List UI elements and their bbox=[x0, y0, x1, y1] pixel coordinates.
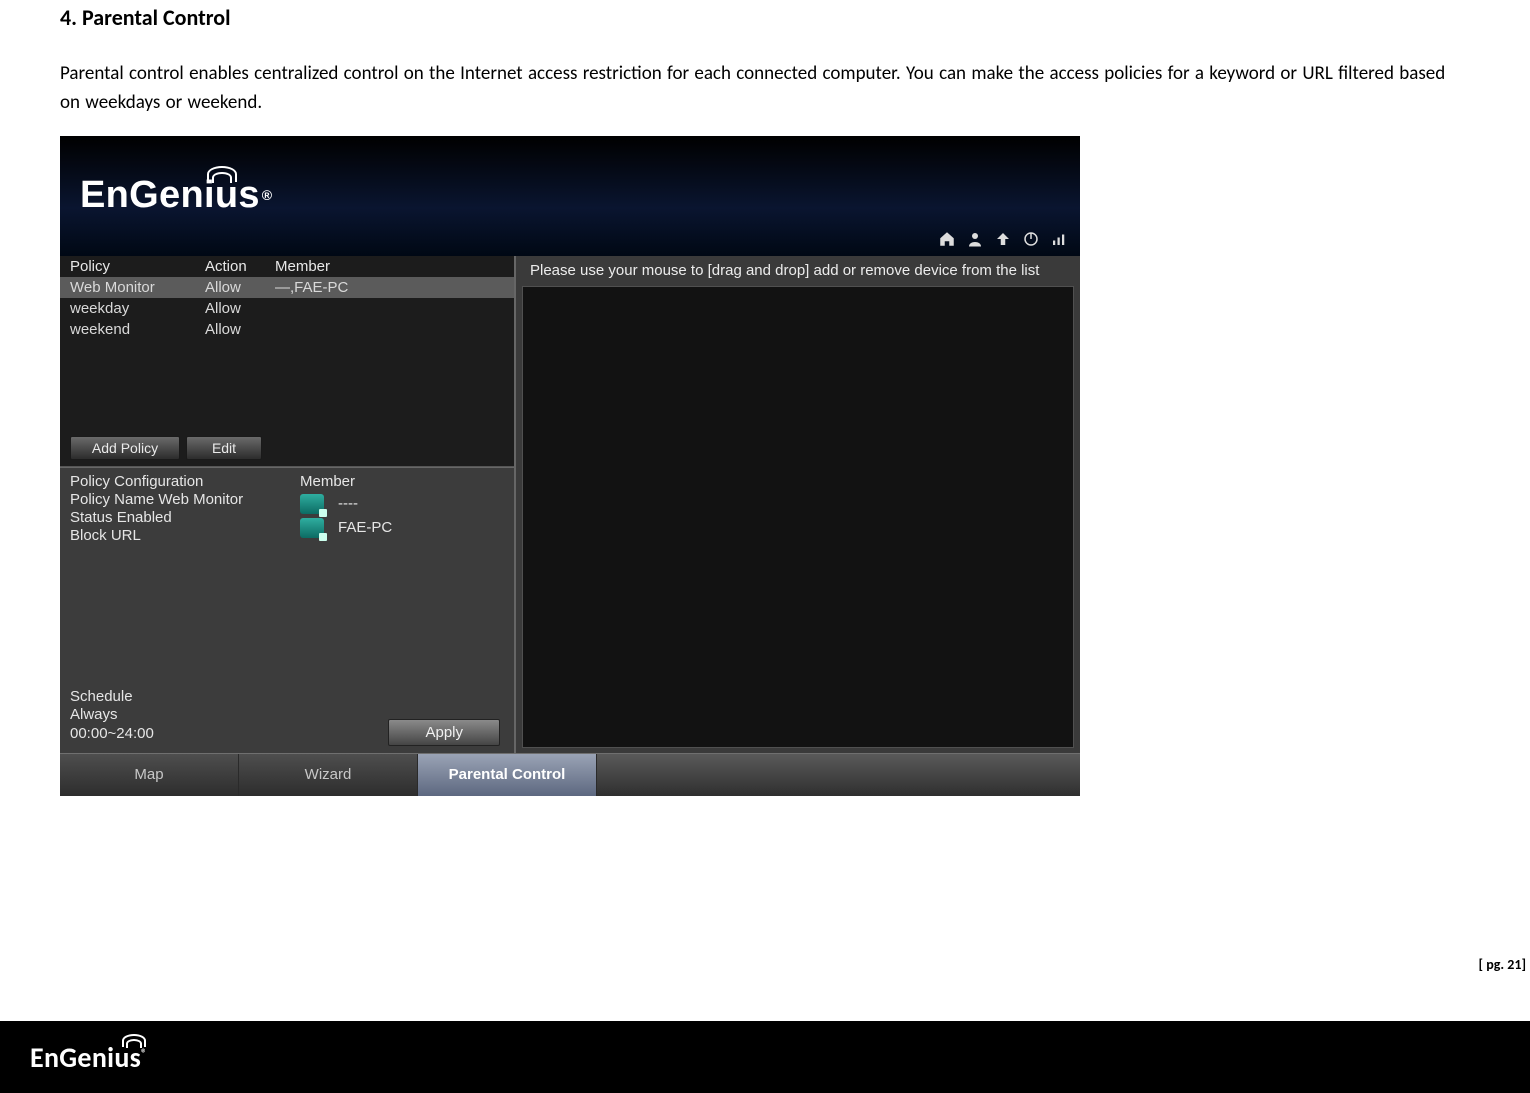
edit-policy-button[interactable]: Edit bbox=[186, 436, 262, 460]
schedule-time: 00:00~24:00 bbox=[70, 725, 154, 744]
device-label: ---- bbox=[338, 495, 358, 512]
policy-member-cell bbox=[275, 321, 504, 338]
device-icon bbox=[300, 494, 324, 514]
device-drop-panel[interactable] bbox=[522, 286, 1074, 748]
network-icon[interactable] bbox=[992, 228, 1014, 250]
col-action: Action bbox=[205, 258, 275, 275]
policy-action-cell: Allow bbox=[205, 279, 275, 296]
registered-mark: ® bbox=[262, 187, 273, 203]
schedule-block: Schedule Always 00:00~24:00 bbox=[70, 688, 154, 744]
policy-name-line: Policy Name Web Monitor bbox=[70, 491, 280, 508]
left-column: Policy Action Member Web Monitor Allow —… bbox=[60, 256, 516, 754]
schedule-title: Schedule bbox=[70, 688, 154, 707]
policy-table: Policy Action Member Web Monitor Allow —… bbox=[60, 256, 514, 467]
router-ui-screenshot: EnGenius® bbox=[60, 136, 1080, 796]
policy-table-header: Policy Action Member bbox=[60, 256, 514, 277]
policy-row[interactable]: Web Monitor Allow —,FAE-PC bbox=[60, 277, 514, 298]
document-footer: EnGenius® bbox=[0, 1021, 1530, 1093]
col-member: Member bbox=[275, 258, 504, 275]
policy-name-cell: weekend bbox=[70, 321, 205, 338]
policy-action-cell: Allow bbox=[205, 300, 275, 317]
policy-block-line: Block URL bbox=[70, 527, 280, 544]
member-device[interactable]: FAE-PC bbox=[300, 518, 504, 538]
dragdrop-instruction: Please use your mouse to [drag and drop]… bbox=[530, 262, 1070, 279]
status-icon[interactable] bbox=[1048, 228, 1070, 250]
member-header: Member bbox=[300, 473, 504, 490]
wifi-arc-icon bbox=[212, 172, 232, 183]
tab-parental-control[interactable]: Parental Control bbox=[418, 754, 597, 796]
app-header: EnGenius® bbox=[60, 136, 1080, 256]
col-policy: Policy bbox=[70, 258, 205, 275]
policy-row[interactable]: weekend Allow bbox=[60, 319, 514, 340]
user-icon[interactable] bbox=[964, 228, 986, 250]
power-icon[interactable] bbox=[1020, 228, 1042, 250]
apply-button[interactable]: Apply bbox=[388, 719, 500, 746]
brand-logo: EnGenius® bbox=[80, 174, 272, 217]
footer-brand-logo: EnGenius® bbox=[30, 1040, 147, 1075]
section-heading: 4. Parental Control bbox=[60, 4, 1470, 31]
device-label: FAE-PC bbox=[338, 519, 392, 536]
schedule-mode: Always bbox=[70, 706, 154, 725]
policy-member-cell: —,FAE-PC bbox=[275, 279, 504, 296]
registered-mark: ® bbox=[141, 1046, 147, 1059]
section-paragraph: Parental control enables centralized con… bbox=[60, 59, 1470, 118]
policy-name-cell: Web Monitor bbox=[70, 279, 205, 296]
policy-name-cell: weekday bbox=[70, 300, 205, 317]
policy-action-cell: Allow bbox=[205, 321, 275, 338]
policy-configuration-panel: Policy Configuration Policy Name Web Mon… bbox=[60, 467, 514, 754]
tab-wizard[interactable]: Wizard bbox=[239, 754, 418, 796]
add-policy-button[interactable]: Add Policy bbox=[70, 436, 180, 460]
right-column: Please use your mouse to [drag and drop]… bbox=[516, 256, 1080, 754]
member-device[interactable]: ---- bbox=[300, 494, 504, 514]
policy-status-line: Status Enabled bbox=[70, 509, 280, 526]
policy-table-buttons: Add Policy Edit bbox=[70, 436, 262, 460]
policy-member-cell bbox=[275, 300, 504, 317]
policy-config-right: Member ---- FAE-PC Apply bbox=[300, 472, 504, 754]
header-toolbar bbox=[936, 228, 1070, 250]
home-icon[interactable] bbox=[936, 228, 958, 250]
wifi-arc-icon bbox=[126, 1039, 142, 1048]
policy-row[interactable]: weekday Allow bbox=[60, 298, 514, 319]
device-icon bbox=[300, 518, 324, 538]
app-body: Policy Action Member Web Monitor Allow —… bbox=[60, 256, 1080, 754]
footer-tabs: Map Wizard Parental Control bbox=[60, 753, 1080, 796]
page-number: [ pg. 21] bbox=[1478, 956, 1526, 973]
policy-config-title: Policy Configuration bbox=[70, 473, 280, 490]
tab-map[interactable]: Map bbox=[60, 754, 239, 796]
